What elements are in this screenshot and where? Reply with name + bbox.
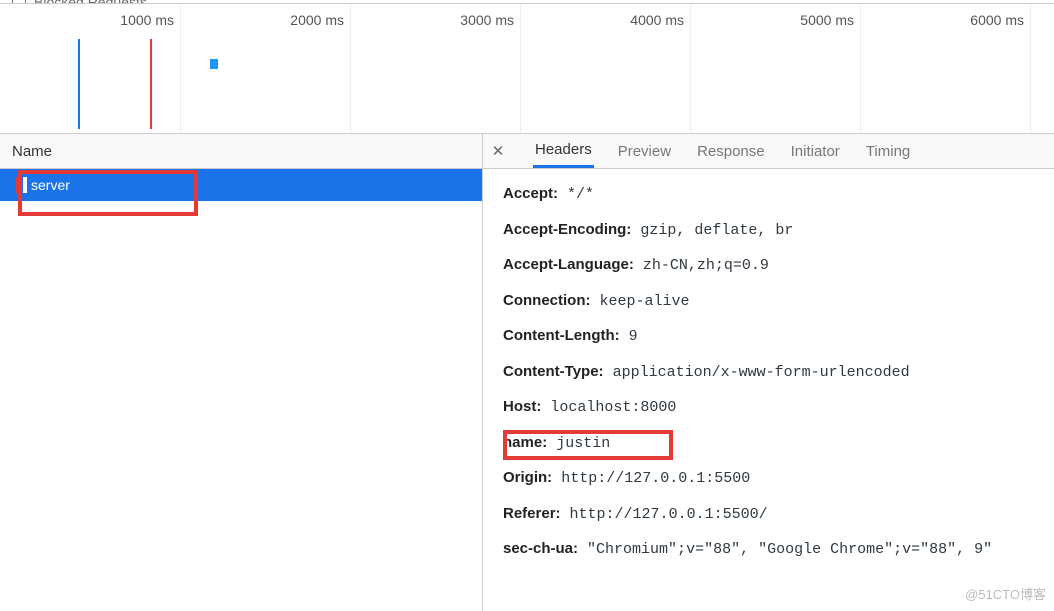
tick-label: 6000 ms xyxy=(970,12,1030,28)
header-line: Content-Length: 9 xyxy=(503,319,1054,355)
request-status-icon xyxy=(23,177,27,193)
tick-label: 1000 ms xyxy=(120,12,180,28)
detail-tabs: ✕ Headers Preview Response Initiator Tim… xyxy=(483,134,1054,169)
tab-initiator[interactable]: Initiator xyxy=(789,134,842,168)
request-name: server xyxy=(31,169,70,201)
tab-timing[interactable]: Timing xyxy=(864,134,912,168)
request-bar[interactable] xyxy=(210,59,218,69)
timeline-overview[interactable]: 1000 ms 2000 ms 3000 ms 4000 ms 5000 ms … xyxy=(0,4,1054,134)
header-line: Referer: http://127.0.0.1:5500/ xyxy=(503,497,1054,533)
load-event-marker xyxy=(150,39,152,129)
header-line: Accept-Encoding: gzip, deflate, br xyxy=(503,213,1054,249)
headers-content[interactable]: Accept: */* Accept-Encoding: gzip, defla… xyxy=(483,169,1054,611)
tab-headers[interactable]: Headers xyxy=(533,134,594,168)
tab-response[interactable]: Response xyxy=(695,134,767,168)
name-column-header[interactable]: Name xyxy=(0,134,482,169)
header-line: Connection: keep-alive xyxy=(503,284,1054,320)
header-line: Origin: http://127.0.0.1:5500 xyxy=(503,461,1054,497)
header-line: Accept-Language: zh-CN,zh;q=0.9 xyxy=(503,248,1054,284)
tick-label: 2000 ms xyxy=(290,12,350,28)
tick-label: 5000 ms xyxy=(800,12,860,28)
request-row[interactable]: server xyxy=(0,169,482,201)
tab-preview[interactable]: Preview xyxy=(616,134,673,168)
tick-label: 4000 ms xyxy=(630,12,690,28)
close-icon[interactable]: ✕ xyxy=(489,142,507,160)
request-detail-pane: ✕ Headers Preview Response Initiator Tim… xyxy=(483,134,1054,611)
header-line: name: justin xyxy=(503,426,1054,462)
header-line: Host: localhost:8000 xyxy=(503,390,1054,426)
header-line: Accept: */* xyxy=(503,177,1054,213)
header-line: Content-Type: application/x-www-form-url… xyxy=(503,355,1054,391)
dom-content-loaded-marker xyxy=(78,39,80,129)
header-line: sec-ch-ua: "Chromium";v="88", "Google Ch… xyxy=(503,532,1054,568)
tick-label: 3000 ms xyxy=(460,12,520,28)
request-status-icon xyxy=(16,177,19,193)
request-list-pane: Name server xyxy=(0,134,483,611)
